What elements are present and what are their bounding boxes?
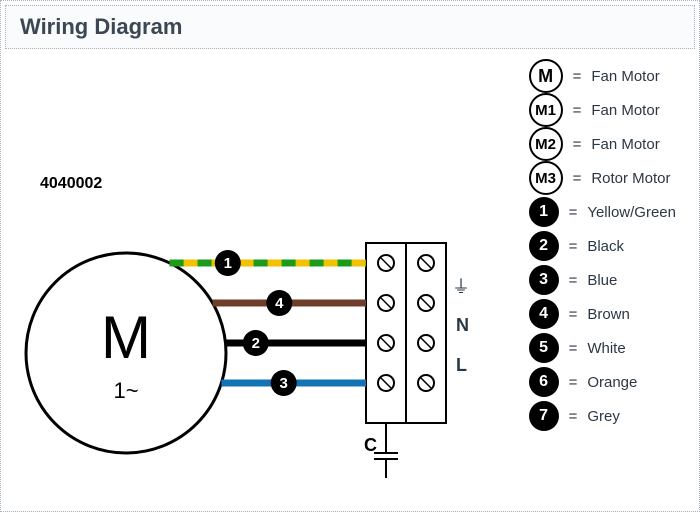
legend-text: Grey xyxy=(587,408,620,425)
diagram-content: 4040002 M1~1423C ⏚ N L M=Fan MotorM1=Fan… xyxy=(6,53,696,508)
neutral-label: N xyxy=(456,315,469,336)
legend-text: Fan Motor xyxy=(591,68,659,85)
title-bar: Wiring Diagram xyxy=(5,5,695,49)
legend-row-motor-M2: M2=Fan Motor xyxy=(529,127,676,161)
svg-text:1: 1 xyxy=(224,255,232,272)
legend-text: Fan Motor xyxy=(591,136,659,153)
legend-row-num-4: 4=Brown xyxy=(529,297,676,331)
diagram-frame: Wiring Diagram 4040002 M1~1423C ⏚ N L M=… xyxy=(0,0,700,512)
svg-text:2: 2 xyxy=(252,335,260,352)
legend-symbol-number: 5 xyxy=(529,333,559,363)
svg-text:4: 4 xyxy=(275,295,284,312)
earth-symbol: ⏚ xyxy=(452,273,470,299)
legend-text: Black xyxy=(587,238,624,255)
legend-row-motor-M3: M3=Rotor Motor xyxy=(529,161,676,195)
legend-row-num-2: 2=Black xyxy=(529,229,676,263)
legend-row-num-5: 5=White xyxy=(529,331,676,365)
legend-text: Fan Motor xyxy=(591,102,659,119)
legend-row-num-1: 1=Yellow/Green xyxy=(529,195,676,229)
legend-symbol-motor: M xyxy=(529,59,563,93)
legend-text: Brown xyxy=(587,306,630,323)
legend-symbol-number: 2 xyxy=(529,231,559,261)
legend-symbol-motor: M1 xyxy=(529,93,563,127)
page-title: Wiring Diagram xyxy=(20,14,680,40)
legend-symbol-motor: M2 xyxy=(529,127,563,161)
legend-text: Orange xyxy=(587,374,637,391)
legend-text: Blue xyxy=(587,272,617,289)
motor-label: M xyxy=(101,304,151,371)
legend-symbol-number: 1 xyxy=(529,197,559,227)
legend-row-num-7: 7=Grey xyxy=(529,399,676,433)
legend-symbol-motor: M3 xyxy=(529,161,563,195)
line-label: L xyxy=(456,355,467,376)
legend-symbol-number: 4 xyxy=(529,299,559,329)
legend-row-motor-M1: M1=Fan Motor xyxy=(529,93,676,127)
svg-text:3: 3 xyxy=(280,375,288,392)
legend: M=Fan MotorM1=Fan MotorM2=Fan MotorM3=Ro… xyxy=(529,59,676,433)
legend-text: Yellow/Green xyxy=(587,204,676,221)
legend-row-num-6: 6=Orange xyxy=(529,365,676,399)
motor-phase: 1~ xyxy=(113,378,138,403)
legend-symbol-number: 7 xyxy=(529,401,559,431)
legend-text: Rotor Motor xyxy=(591,170,670,187)
legend-text: White xyxy=(587,340,625,357)
legend-symbol-number: 6 xyxy=(529,367,559,397)
legend-symbol-number: 3 xyxy=(529,265,559,295)
capacitor-label: C xyxy=(364,435,377,455)
legend-row-num-3: 3=Blue xyxy=(529,263,676,297)
legend-row-motor-M: M=Fan Motor xyxy=(529,59,676,93)
